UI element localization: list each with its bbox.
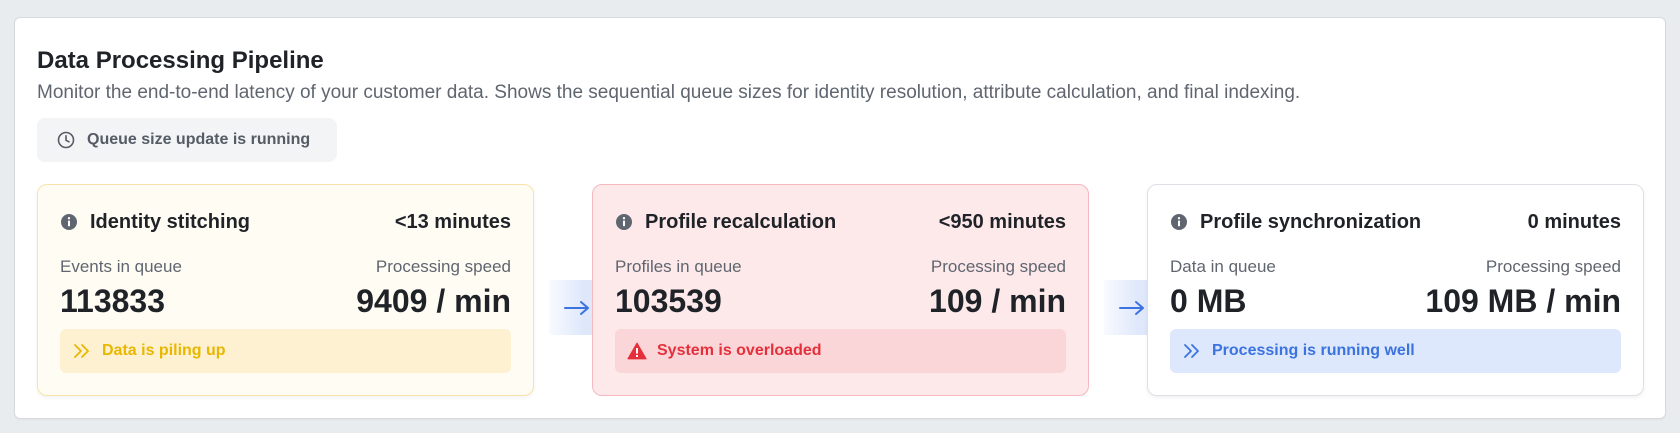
warning-triangle-icon bbox=[627, 342, 647, 360]
speed-label: Processing speed bbox=[1485, 257, 1621, 276]
double-chevron-right-icon bbox=[1184, 344, 1199, 358]
queue-update-status-text: Queue size update is running bbox=[87, 131, 311, 148]
card-title: Profile recalculation bbox=[615, 211, 836, 234]
queue-value: 113833 bbox=[60, 283, 166, 319]
speed-label: Processing speed bbox=[930, 257, 1066, 276]
arrow-right-icon bbox=[564, 300, 589, 315]
card-title: Identity stitching bbox=[60, 211, 250, 234]
metric-labels: Events in queue Processing speed bbox=[60, 257, 511, 277]
queue-value: 103539 bbox=[615, 283, 722, 319]
double-chevron-right-icon bbox=[74, 344, 89, 358]
page-subtitle: Monitor the end-to-end latency of your c… bbox=[37, 82, 1301, 103]
card-eta: <950 minutes bbox=[938, 210, 1066, 233]
status-banner: System is overloaded bbox=[615, 329, 1066, 373]
metric-labels: Data in queue Processing speed bbox=[1170, 257, 1621, 277]
card-header: Profile recalculation <950 minutes bbox=[615, 209, 1066, 235]
card-title-text: Identity stitching bbox=[90, 210, 250, 233]
metric-labels: Profiles in queue Processing speed bbox=[615, 257, 1066, 277]
info-icon[interactable] bbox=[615, 213, 633, 231]
card-eta: <13 minutes bbox=[394, 210, 511, 233]
arrow-right-icon bbox=[1119, 300, 1144, 315]
info-icon[interactable] bbox=[1170, 213, 1188, 231]
speed-value: 109 / min bbox=[929, 283, 1066, 319]
pipeline-panel: Data Processing Pipeline Monitor the end… bbox=[14, 17, 1666, 419]
status-banner: Data is piling up bbox=[60, 329, 511, 373]
profile-synchronization-card: Profile synchronization 0 minutes Data i… bbox=[1147, 184, 1644, 396]
metric-values: 0 MB 109 MB / min bbox=[1170, 283, 1621, 320]
status-banner: Processing is running well bbox=[1170, 329, 1621, 373]
profile-recalculation-card: Profile recalculation <950 minutes Profi… bbox=[592, 184, 1089, 396]
status-banner-text: System is overloaded bbox=[657, 342, 822, 359]
page-title: Data Processing Pipeline bbox=[37, 47, 324, 74]
card-eta: 0 minutes bbox=[1527, 210, 1621, 233]
status-banner-text: Processing is running well bbox=[1212, 342, 1415, 359]
clock-icon bbox=[57, 131, 75, 149]
card-title-text: Profile recalculation bbox=[645, 210, 837, 233]
speed-value: 9409 / min bbox=[356, 283, 511, 319]
queue-value: 0 MB bbox=[1170, 283, 1247, 319]
metric-values: 103539 109 / min bbox=[615, 283, 1066, 320]
metric-values: 113833 9409 / min bbox=[60, 283, 511, 320]
info-icon[interactable] bbox=[60, 213, 78, 231]
card-header: Identity stitching <13 minutes bbox=[60, 209, 511, 235]
queue-label: Profiles in queue bbox=[615, 257, 742, 276]
identity-stitching-card: Identity stitching <13 minutes Events in… bbox=[37, 184, 534, 396]
queue-update-status: Queue size update is running bbox=[37, 118, 337, 162]
speed-value: 109 MB / min bbox=[1425, 283, 1621, 319]
speed-label: Processing speed bbox=[375, 257, 511, 276]
card-title-text: Profile synchronization bbox=[1200, 210, 1422, 233]
queue-label: Data in queue bbox=[1170, 257, 1276, 276]
card-title: Profile synchronization bbox=[1170, 211, 1421, 234]
queue-label: Events in queue bbox=[60, 257, 182, 276]
card-header: Profile synchronization 0 minutes bbox=[1170, 209, 1621, 235]
status-banner-text: Data is piling up bbox=[102, 342, 226, 359]
